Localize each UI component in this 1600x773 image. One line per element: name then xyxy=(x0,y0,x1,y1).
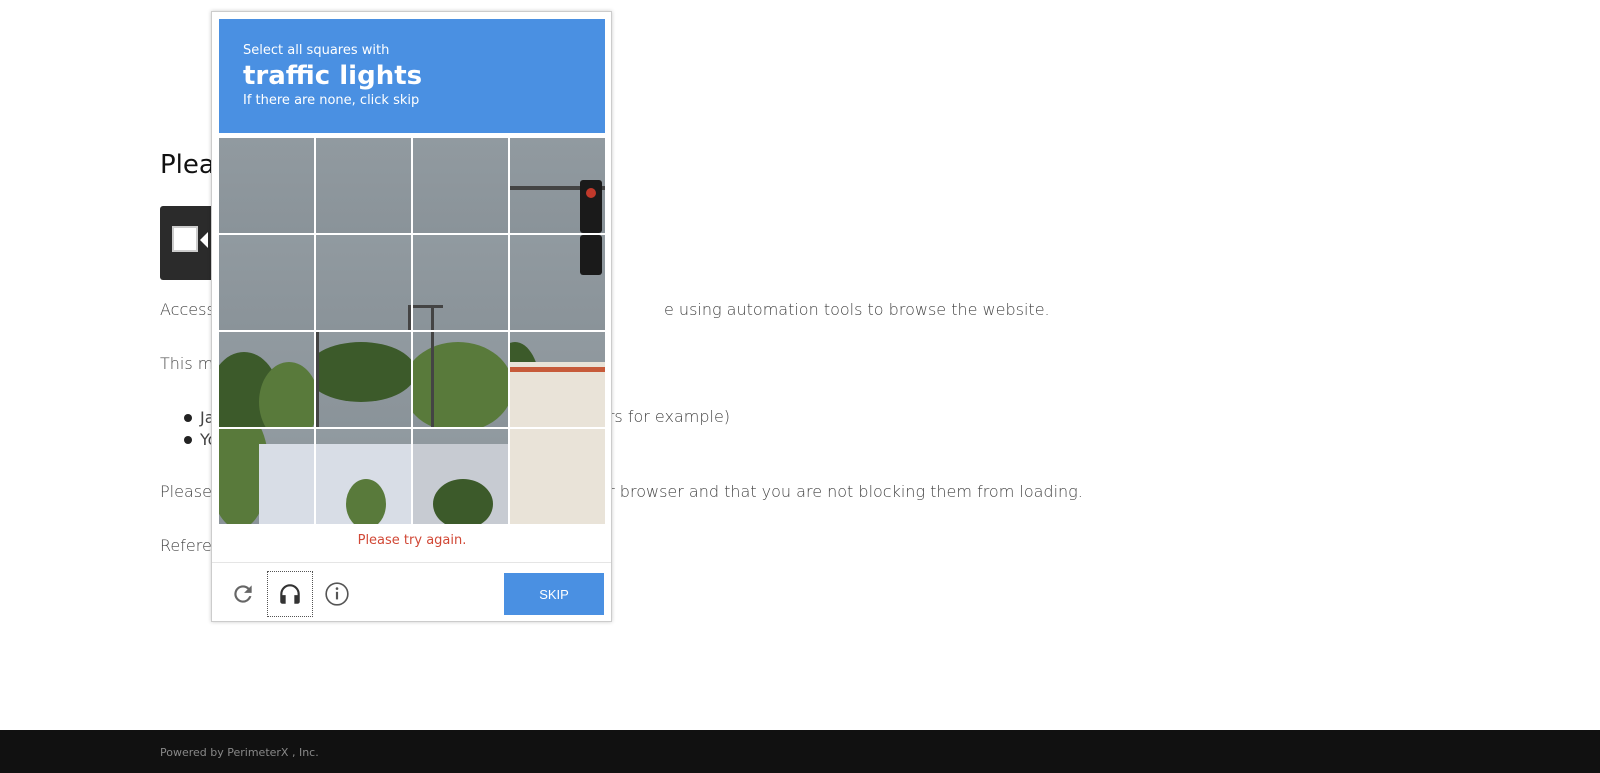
checkbox[interactable] xyxy=(172,226,198,252)
list-item-tail: ers for example) xyxy=(598,407,731,426)
info-button[interactable] xyxy=(314,571,360,617)
captcha-target: traffic lights xyxy=(243,61,423,91)
captcha-dialog: Select all squares with traffic lights I… xyxy=(211,11,612,622)
please-text: Please xyxy=(160,482,212,501)
captcha-footer: SKIP xyxy=(212,563,611,621)
captcha-tile[interactable] xyxy=(510,235,605,330)
captcha-tile[interactable] xyxy=(413,429,508,524)
captcha-image-grid xyxy=(219,138,605,524)
skip-button[interactable]: SKIP xyxy=(504,573,604,615)
captcha-error-message: Please try again. xyxy=(357,533,467,548)
arrow-icon xyxy=(200,232,208,248)
footer: Powered by PerimeterX , Inc. xyxy=(0,730,1600,773)
captcha-tile[interactable] xyxy=(316,332,411,427)
reload-button[interactable] xyxy=(220,571,266,617)
access-text: Access xyxy=(160,300,215,319)
captcha-tile[interactable] xyxy=(316,138,411,233)
captcha-tile[interactable] xyxy=(413,235,508,330)
captcha-tile[interactable] xyxy=(510,138,605,233)
please-text-tail: ur browser and that you are not blocking… xyxy=(598,482,1083,501)
captcha-tile[interactable] xyxy=(413,138,508,233)
info-icon xyxy=(325,582,349,606)
reload-icon xyxy=(234,585,252,603)
audio-challenge-button[interactable] xyxy=(267,571,313,617)
captcha-tile[interactable] xyxy=(510,429,605,524)
headphones-icon xyxy=(280,584,300,604)
captcha-tile[interactable] xyxy=(413,332,508,427)
captcha-tile[interactable] xyxy=(219,429,314,524)
captcha-header: Select all squares with traffic lights I… xyxy=(219,19,605,133)
captcha-tile[interactable] xyxy=(219,332,314,427)
captcha-tile[interactable] xyxy=(510,332,605,427)
captcha-tile[interactable] xyxy=(316,235,411,330)
access-text-tail: e using automation tools to browse the w… xyxy=(664,300,1050,319)
captcha-tile[interactable] xyxy=(219,235,314,330)
captcha-tile[interactable] xyxy=(219,138,314,233)
powered-by-text: Powered by PerimeterX , Inc. xyxy=(160,746,319,759)
captcha-instruction: Select all squares with xyxy=(243,43,390,58)
captcha-tile[interactable] xyxy=(316,429,411,524)
captcha-hint: If there are none, click skip xyxy=(243,93,420,108)
